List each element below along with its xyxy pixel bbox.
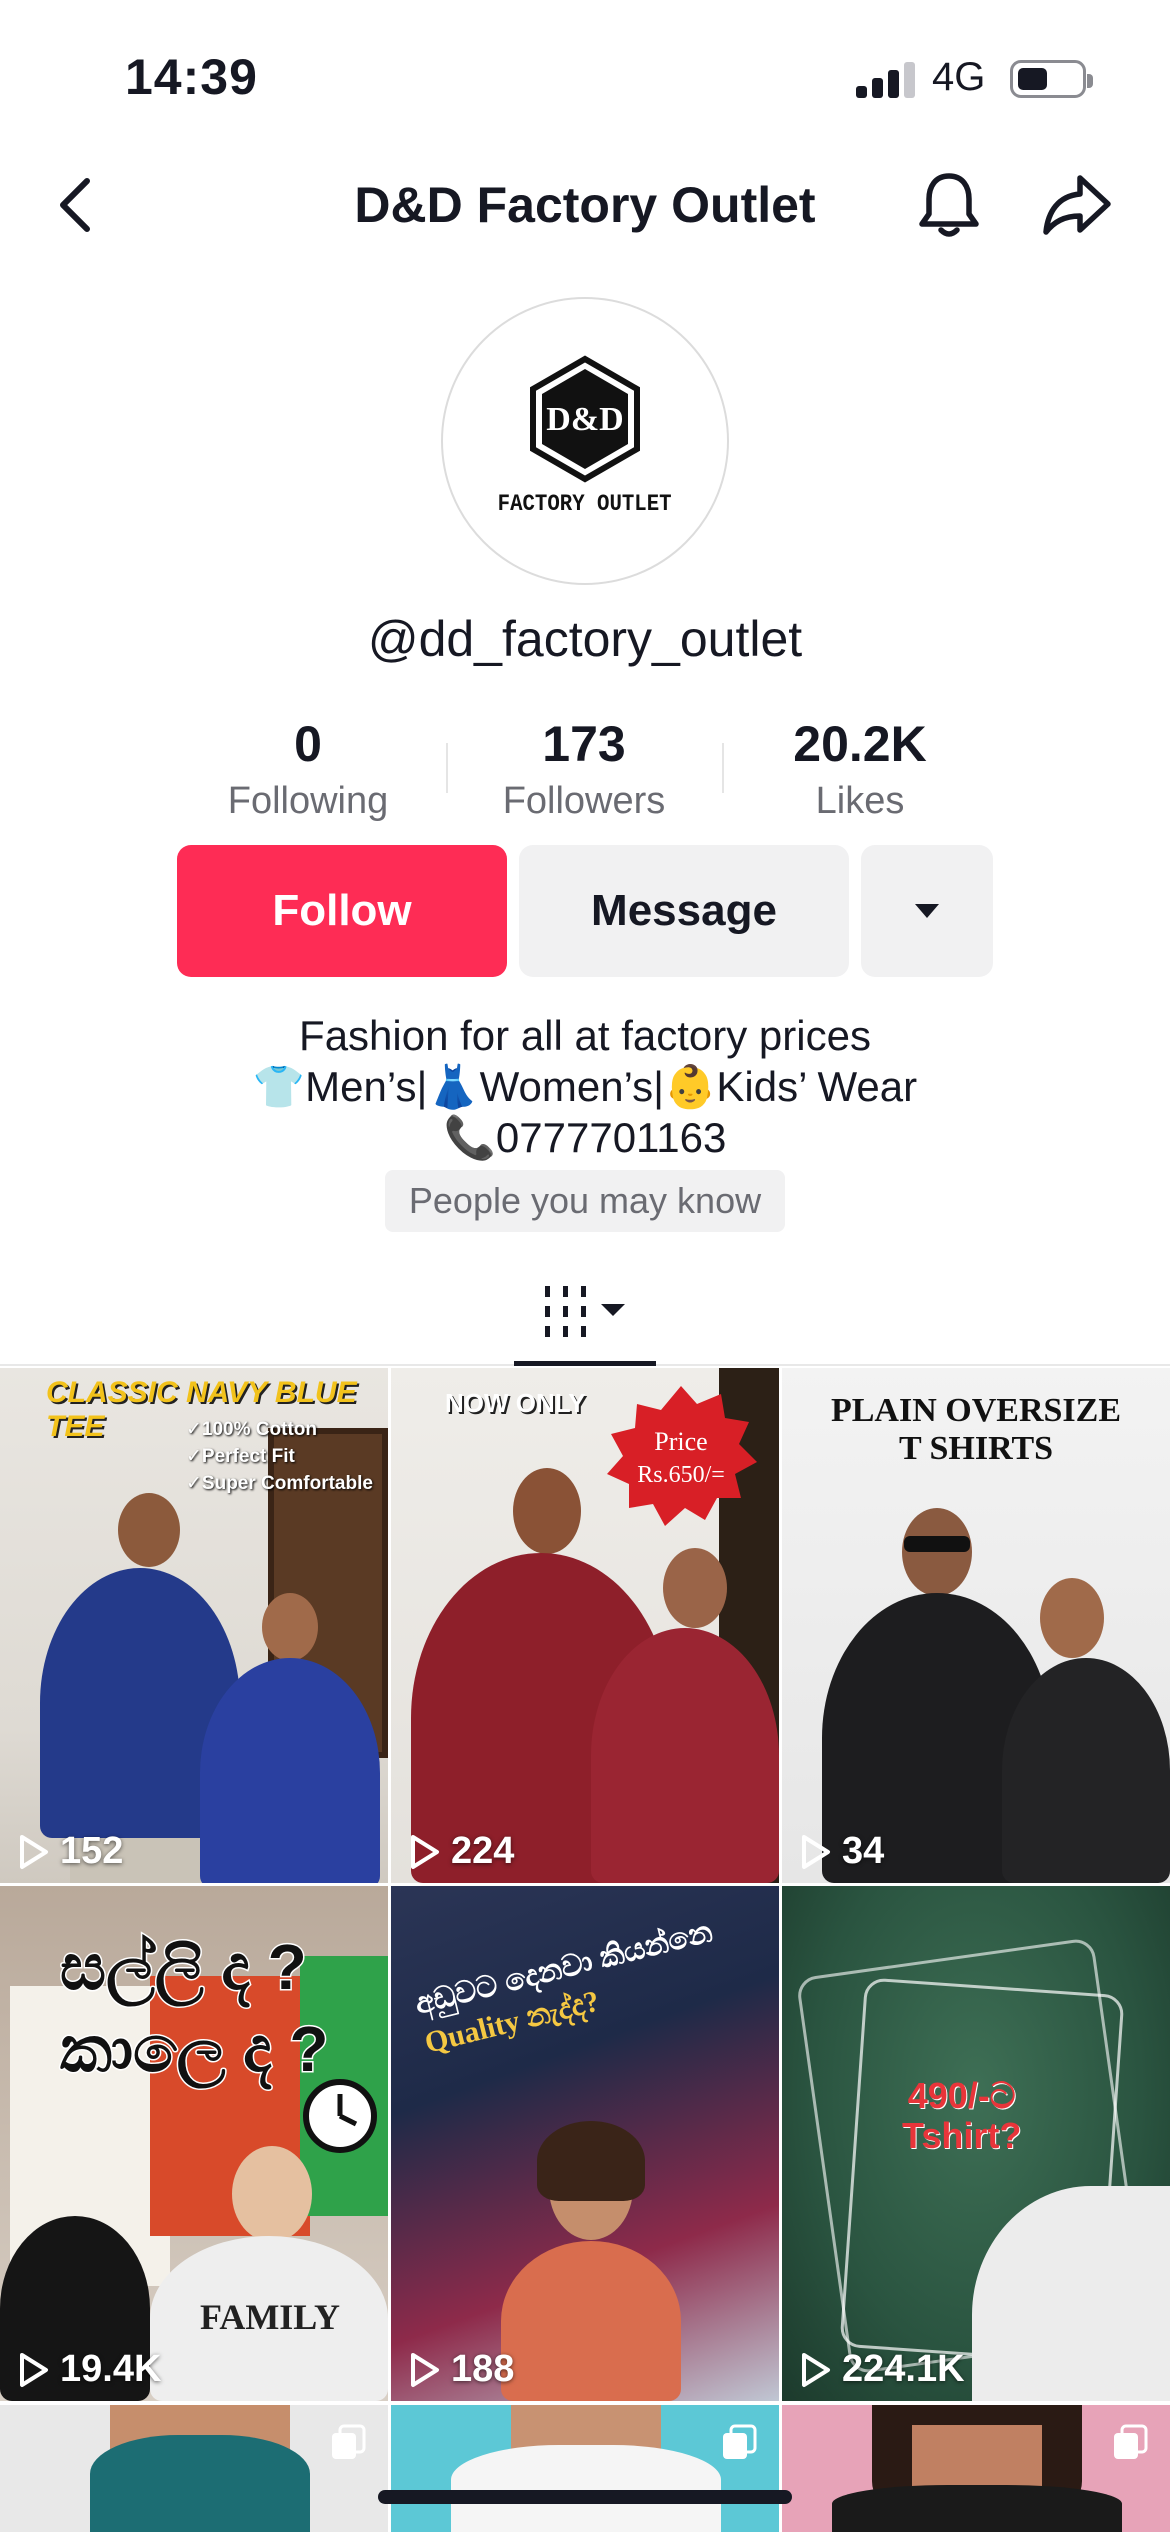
play-icon: [20, 1834, 48, 1869]
view-count: 224.1K: [842, 2348, 965, 2390]
battery-icon: [1010, 60, 1093, 98]
status-bar: 14:39 4G: [0, 0, 1170, 150]
bio-line: Fashion for all at factory prices: [299, 1012, 871, 1059]
play-icon: [802, 2352, 830, 2387]
person: [501, 2241, 681, 2401]
price-badge-icon: Price Rs.650/=: [607, 1386, 757, 1526]
stat-value: 20.2K: [793, 716, 927, 772]
play-icon: [802, 1834, 830, 1869]
message-button[interactable]: Message: [519, 845, 849, 977]
battery-fill: [1018, 68, 1047, 90]
multi-image-icon: [332, 2424, 366, 2459]
video-thumbnail[interactable]: අඩුවට දෙනවා කියන්නෙ Quality නැද්ද? 188: [391, 1886, 779, 2401]
grid-icon: [545, 1286, 625, 1337]
multi-image-icon: [1114, 2424, 1148, 2459]
share-icon: [1043, 175, 1111, 235]
video-caption: සල්ලි ද ?: [59, 1930, 309, 2005]
bio-phone[interactable]: 📞0777701163: [0, 1112, 1170, 1163]
people-you-may-know-chip[interactable]: People you may know: [385, 1170, 785, 1232]
video-thumbnail[interactable]: [782, 2405, 1170, 2532]
stat-followers[interactable]: 173 Followers: [446, 710, 722, 824]
suggested-accounts-button[interactable]: [861, 845, 993, 977]
video-views: 152: [18, 1830, 123, 1873]
video-views: 224: [409, 1830, 514, 1873]
stat-label: Followers: [502, 780, 666, 822]
video-caption-bullet: ✓Perfect Fit: [186, 1446, 295, 1467]
tab-videos[interactable]: [515, 1260, 655, 1364]
home-indicator[interactable]: [378, 2490, 792, 2504]
person: [1002, 1658, 1170, 1883]
video-thumbnail[interactable]: PLAIN OVERSIZE T SHIRTS 34: [782, 1368, 1170, 1883]
video-views: 224.1K: [800, 2348, 965, 2391]
person: [200, 1658, 380, 1883]
video-caption: 490/-ට: [907, 2075, 1016, 2116]
svg-text:Price: Price: [654, 1427, 707, 1456]
profile-stats: 0 Following 173 Followers 20.2K Likes: [0, 710, 1170, 830]
video-views: 19.4K: [18, 2348, 161, 2391]
share-button[interactable]: [1040, 168, 1114, 242]
network-label: 4G: [932, 55, 986, 99]
view-count: 224: [451, 1830, 515, 1872]
stat-label: Following: [227, 780, 389, 822]
notification-bell-button[interactable]: [912, 168, 986, 242]
stat-following[interactable]: 0 Following: [170, 710, 446, 824]
view-count: 152: [60, 1830, 124, 1872]
stat-value: 173: [542, 716, 626, 772]
svg-text:D&D: D&D: [546, 401, 623, 438]
video-caption: කාලෙ ද ?: [59, 2012, 331, 2087]
video-caption: T SHIRTS: [898, 1430, 1054, 1467]
video-thumbnail[interactable]: NOW ONLY Price Rs.650/= 224: [391, 1368, 779, 1883]
brand-logo-icon: D&D: [530, 355, 640, 483]
video-thumbnail[interactable]: CLASSIC NAVY BLUE TEE ✓100% Cotton ✓Perf…: [0, 1368, 388, 1883]
bio: Fashion for all at factory prices 👕Men’s…: [0, 1010, 1170, 1163]
status-time: 14:39: [125, 49, 258, 105]
video-thumbnail[interactable]: [0, 2405, 388, 2532]
stat-value: 0: [294, 716, 322, 772]
video-views: 188: [409, 2348, 514, 2391]
video-caption: Tshirt?: [902, 2115, 1022, 2156]
video-thumbnail[interactable]: 490/-ට Tshirt? 224.1K: [782, 1886, 1170, 2401]
username: @dd_factory_outlet: [367, 611, 803, 667]
play-icon: [411, 2352, 439, 2387]
video-thumbnail[interactable]: [391, 2405, 779, 2532]
follow-button[interactable]: Follow: [177, 845, 507, 977]
bell-icon: [919, 173, 979, 237]
shirt-print-text: FAMILY: [200, 2297, 341, 2337]
bio-line: 👕Men’s|👗Women’s|👶Kids’ Wear: [252, 1063, 918, 1110]
avatar-brand-text: FACTORY OUTLET: [498, 491, 672, 517]
play-icon: [411, 1834, 439, 1869]
clock-icon: [303, 2079, 377, 2153]
video-caption: PLAIN OVERSIZE: [830, 1392, 1121, 1429]
video-caption-bullet: ✓Super Comfortable: [186, 1473, 373, 1494]
view-count: 19.4K: [60, 2348, 162, 2390]
view-count: 34: [842, 1830, 885, 1872]
person: [591, 1628, 779, 1883]
content-tabs: [0, 1260, 1170, 1366]
stat-likes: 20.2K Likes: [722, 710, 998, 824]
caret-down-icon: [915, 904, 939, 918]
video-thumbnail[interactable]: සල්ලි ද ? කාලෙ ද ? FAMILY 19.4K: [0, 1886, 388, 2401]
video-caption-bullet: ✓100% Cotton: [186, 1419, 317, 1440]
multi-image-icon: [723, 2424, 757, 2459]
avatar[interactable]: D&D FACTORY OUTLET: [441, 297, 729, 585]
stat-label: Likes: [815, 780, 905, 822]
view-count: 188: [451, 2348, 515, 2390]
play-icon: [20, 2352, 48, 2387]
video-views: 34: [800, 1830, 884, 1873]
signal-icon: [856, 60, 916, 98]
svg-text:Rs.650/=: Rs.650/=: [637, 1462, 725, 1488]
tab-active-indicator: [514, 1361, 656, 1366]
page-title: D&D Factory Outlet: [354, 177, 816, 233]
top-nav: D&D Factory Outlet: [0, 160, 1170, 250]
video-caption: NOW ONLY: [445, 1388, 586, 1418]
